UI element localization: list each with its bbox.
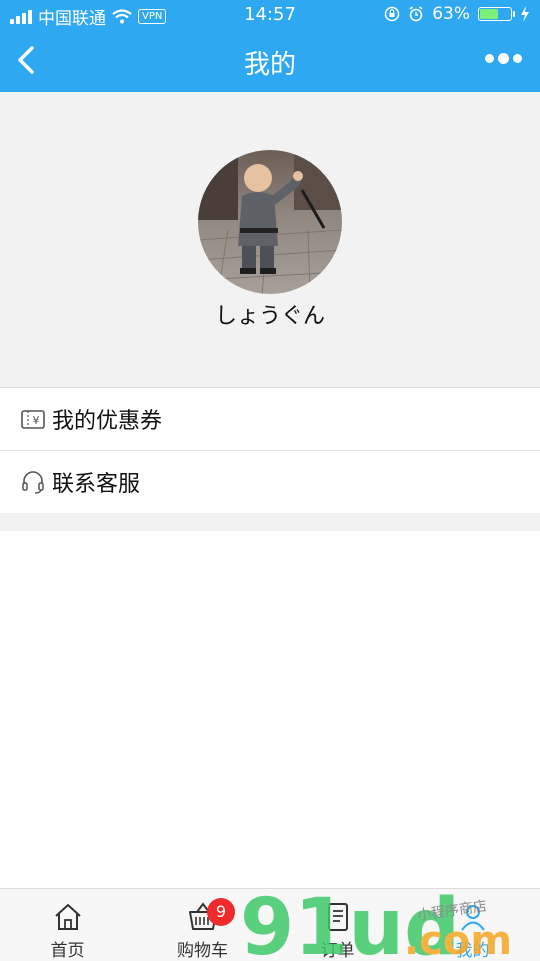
- tab-home[interactable]: 首页: [0, 889, 135, 961]
- menu-item-customer-service[interactable]: 联系客服: [0, 451, 540, 514]
- profile-icon: [460, 905, 485, 931]
- battery-percent: 63%: [432, 4, 470, 24]
- alarm-icon: [409, 6, 423, 22]
- status-bar: 中国联通 VPN 14:57 63%: [0, 0, 540, 30]
- coupon-icon: ¥: [21, 410, 45, 429]
- avatar[interactable]: [198, 150, 342, 294]
- headset-icon: [22, 471, 44, 494]
- battery-fill: [480, 9, 498, 19]
- charging-icon: [521, 6, 529, 22]
- tab-bar: 首页 购物车 订单 我的: [0, 888, 540, 961]
- menu-item-coupons[interactable]: ¥ 我的优惠券: [0, 388, 540, 451]
- battery-icon: [478, 7, 515, 21]
- order-icon: [327, 903, 348, 931]
- more-icon[interactable]: [485, 53, 522, 64]
- cart-badge: 9: [207, 898, 235, 926]
- tab-label: 首页: [50, 941, 85, 961]
- menu-list: ¥ 我的优惠券 联系客服: [0, 388, 540, 514]
- page-title: 我的: [243, 50, 296, 80]
- section-divider: [0, 513, 540, 531]
- tab-orders[interactable]: 订单: [270, 889, 405, 961]
- nav-bar: 我的: [0, 30, 540, 92]
- rotation-lock-icon: [384, 6, 400, 22]
- profile-header: しょうぐん: [0, 92, 540, 388]
- user-name: しょうぐん: [214, 304, 325, 329]
- tab-label: 订单: [320, 941, 355, 961]
- tab-label: 购物车: [177, 941, 228, 961]
- menu-item-label: 我的优惠券: [52, 409, 163, 434]
- tab-profile[interactable]: 我的: [405, 889, 540, 961]
- status-right: 63%: [384, 4, 530, 24]
- home-icon: [54, 904, 81, 930]
- menu-item-label: 联系客服: [52, 472, 141, 497]
- tab-label: 我的: [455, 941, 490, 961]
- svg-text:¥: ¥: [33, 414, 40, 427]
- tab-cart[interactable]: 购物车: [135, 889, 270, 961]
